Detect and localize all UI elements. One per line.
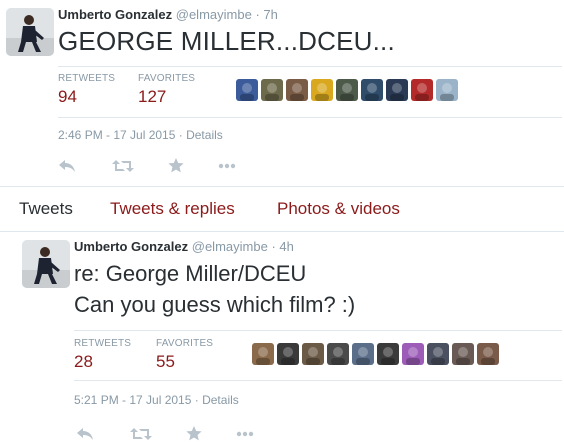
timestamp[interactable]: 5:21 PM - 17 Jul 2015 <box>74 393 191 407</box>
favoriter-avatar[interactable] <box>277 343 299 365</box>
separator-dot: · <box>255 7 260 22</box>
retweets-count: 28 <box>74 352 93 371</box>
favoriter-avatar[interactable] <box>477 343 499 365</box>
tweet-2: Umberto Gonzalez @elmayimbe · 4h re: Geo… <box>0 231 564 445</box>
divider <box>74 380 562 381</box>
favoriter-avatar[interactable] <box>261 79 283 101</box>
favoriter-avatar[interactable] <box>377 343 399 365</box>
favoriter-avatar[interactable] <box>311 79 333 101</box>
retweet-stat[interactable]: RETWEETS 94 <box>58 73 115 107</box>
retweet-icon[interactable] <box>130 427 152 441</box>
details-link[interactable]: Details <box>186 128 223 142</box>
favorites-count: 55 <box>156 352 175 371</box>
author-handle[interactable]: @elmayimbe <box>176 7 252 22</box>
retweets-label: RETWEETS <box>74 338 132 349</box>
tweet-text: GEORGE MILLER...DCEU... <box>58 26 395 56</box>
more-icon[interactable] <box>218 163 236 169</box>
favoriter-avatar[interactable] <box>361 79 383 101</box>
favoriter-avatar[interactable] <box>252 343 274 365</box>
retweet-icon[interactable] <box>112 159 134 173</box>
tab-tweets-and-replies[interactable]: Tweets & replies <box>110 199 235 219</box>
divider <box>58 117 562 118</box>
tab-photos-and-videos[interactable]: Photos & videos <box>277 199 400 219</box>
tweet-actions <box>76 426 254 441</box>
favoriter-avatar[interactable] <box>386 79 408 101</box>
favoriter-avatar[interactable] <box>411 79 433 101</box>
favoriter-avatar[interactable] <box>427 343 449 365</box>
reply-icon[interactable] <box>58 159 76 173</box>
separator-dot: · <box>178 128 183 142</box>
favorite-stat[interactable]: FAVORITES 55 <box>156 338 213 372</box>
separator-dot: · <box>194 393 199 407</box>
author-name[interactable]: Umberto Gonzalez <box>58 7 172 22</box>
favoriter-avatar[interactable] <box>286 79 308 101</box>
more-icon[interactable] <box>236 431 254 437</box>
tweet-text-line-1: re: George Miller/DCEU <box>74 261 307 286</box>
tab-tweets[interactable]: Tweets <box>19 199 73 219</box>
favoriter-avatar[interactable] <box>402 343 424 365</box>
retweet-stat[interactable]: RETWEETS 28 <box>74 338 131 372</box>
reply-icon[interactable] <box>76 427 94 441</box>
avatar[interactable] <box>6 8 54 56</box>
tweet-meta: 2:46 PM - 17 Jul 2015 · Details <box>58 128 223 142</box>
profile-tabs: Tweets Tweets & replies Photos & videos <box>0 186 564 232</box>
retweets-label: RETWEETS <box>58 73 116 84</box>
timestamp[interactable]: 2:46 PM - 17 Jul 2015 <box>58 128 175 142</box>
favoriter-avatar[interactable] <box>336 79 358 101</box>
divider <box>74 330 562 331</box>
author-name[interactable]: Umberto Gonzalez <box>74 239 188 254</box>
favoriter-avatar[interactable] <box>327 343 349 365</box>
retweets-count: 94 <box>58 87 77 106</box>
favorites-label: FAVORITES <box>156 338 214 349</box>
avatar[interactable] <box>22 240 70 288</box>
divider <box>58 66 562 67</box>
tweet-header: Umberto Gonzalez @elmayimbe · 4h <box>74 239 294 254</box>
tweet-text-line-2: Can you guess which film? :) <box>74 292 356 317</box>
favorite-stat[interactable]: FAVORITES 127 <box>138 73 195 107</box>
favoriters-avatars <box>236 79 458 101</box>
favoriter-avatar[interactable] <box>352 343 374 365</box>
author-handle[interactable]: @elmayimbe <box>192 239 268 254</box>
favorites-label: FAVORITES <box>138 73 196 84</box>
favorite-icon[interactable] <box>168 158 184 173</box>
favoriters-avatars <box>252 343 499 365</box>
tweet-header: Umberto Gonzalez @elmayimbe · 7h <box>58 7 278 22</box>
tweet-meta: 5:21 PM - 17 Jul 2015 · Details <box>74 393 239 407</box>
separator-dot: · <box>271 239 276 254</box>
favoriter-avatar[interactable] <box>302 343 324 365</box>
favoriter-avatar[interactable] <box>236 79 258 101</box>
tweet-age[interactable]: 7h <box>263 7 277 22</box>
details-link[interactable]: Details <box>202 393 239 407</box>
favoriter-avatar[interactable] <box>452 343 474 365</box>
tweet-age[interactable]: 4h <box>279 239 293 254</box>
favoriter-avatar[interactable] <box>436 79 458 101</box>
tweet-actions <box>58 158 236 173</box>
favorites-count: 127 <box>138 87 167 106</box>
tweet-1: Umberto Gonzalez @elmayimbe · 7h GEORGE … <box>0 0 564 186</box>
favorite-icon[interactable] <box>186 426 202 441</box>
